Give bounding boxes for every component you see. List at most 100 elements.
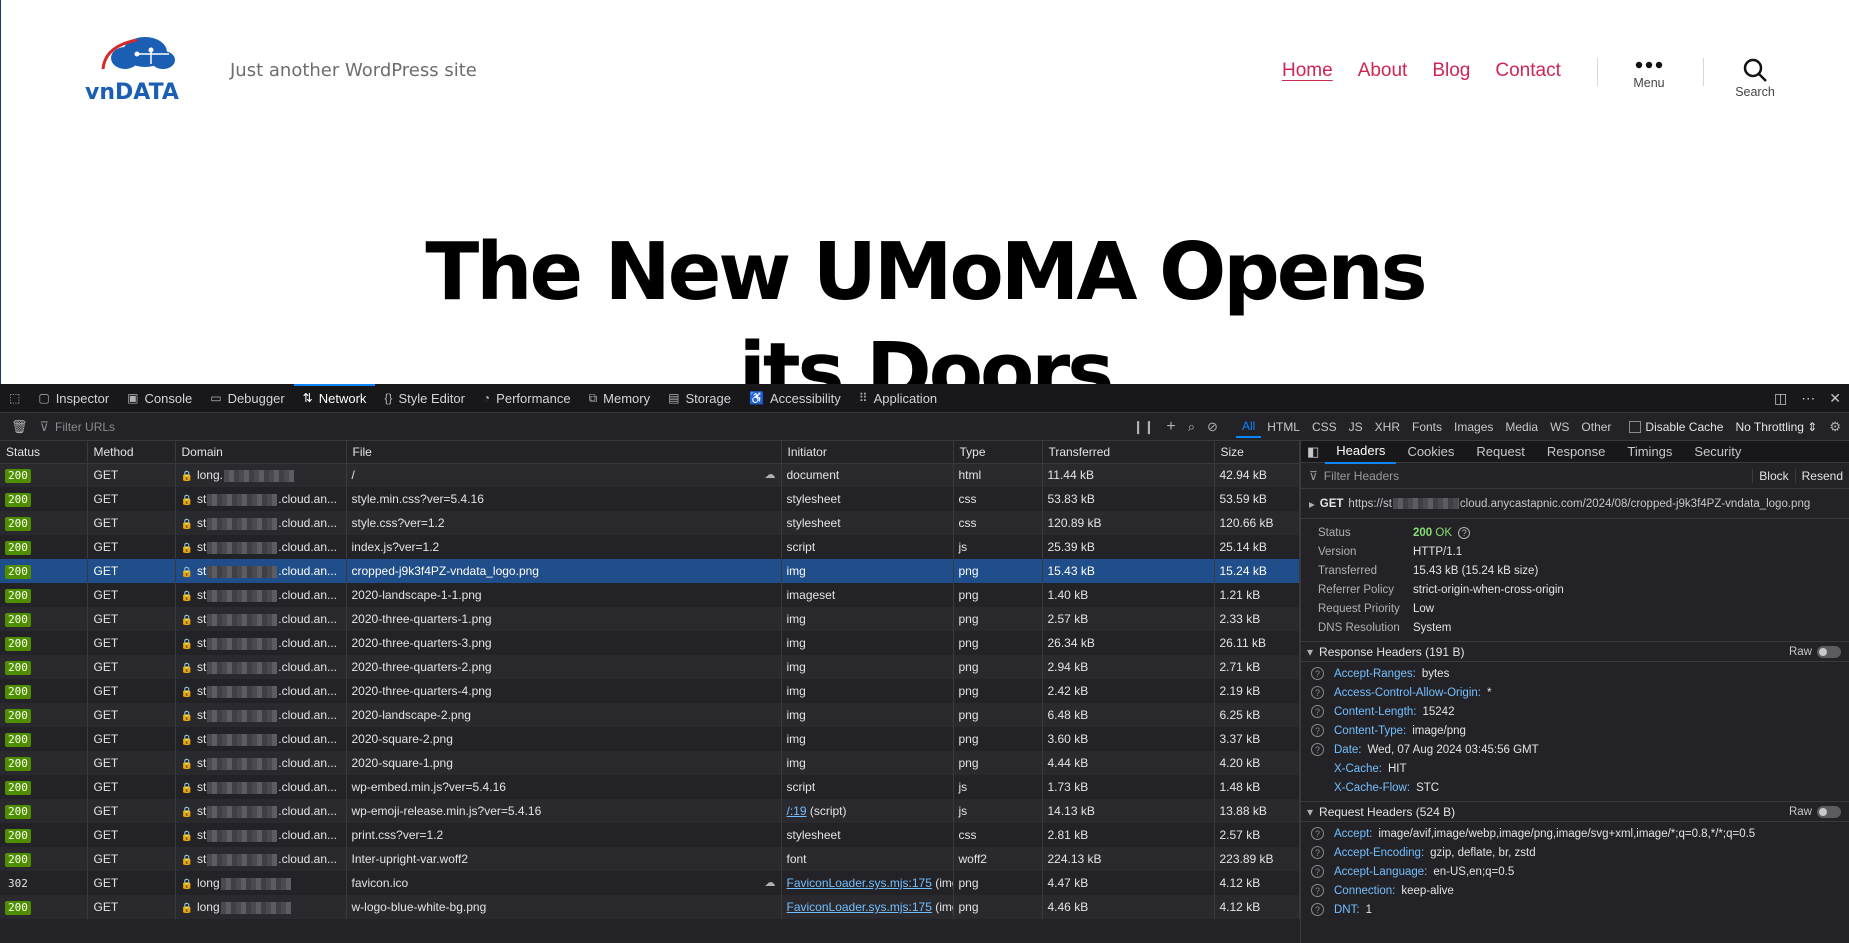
help-icon[interactable]: ? [1458,526,1471,539]
table-row[interactable]: 302 GET 🔒 long ☁ favicon.ico FaviconLoader.sys… [0,871,1300,895]
header-row[interactable]: ? Content-Length: 15242 [1301,702,1849,721]
filter-all[interactable]: All [1235,416,1262,438]
col-file[interactable]: File [346,441,782,464]
table-row[interactable]: 200 GET 🔒 long. ☁ / document html 11.44 kB 42.94 … [0,463,1300,487]
initiator-link[interactable]: /:19 [787,804,807,818]
table-row[interactable]: 200 GET 🔒 st .cloud.an... print.css?ver=1.2 st… [0,823,1300,847]
table-row[interactable]: 200 GET 🔒 st .cloud.an... 2020-landscape-2.pn… [0,703,1300,727]
header-row[interactable]: ? Content-Type: image/png [1301,721,1849,740]
help-icon[interactable]: ? [1311,827,1324,840]
header-row[interactable]: X-Cache-Flow: STC [1301,778,1849,797]
table-row[interactable]: 200 GET 🔒 st .cloud.an... 2020-three-quarters… [0,607,1300,631]
tab-style-editor[interactable]: {} Style Editor [375,384,474,413]
close-icon[interactable]: ✕ [1829,390,1841,407]
table-row[interactable]: 200 GET 🔒 st .cloud.an... index.js?ver=1.2 scr… [0,535,1300,559]
table-row[interactable]: 200 GET 🔒 st .cloud.an... Inter-upright-var.w… [0,847,1300,871]
header-row[interactable]: ? Accept-Language: en-US,en;q=0.5 [1301,862,1849,881]
table-row[interactable]: 200 GET 🔒 st .cloud.an... 2020-three-quarters… [0,655,1300,679]
tab-console[interactable]: ▣ Console [118,384,201,413]
block-icon[interactable]: ⊘ [1207,419,1218,435]
filter-other[interactable]: Other [1575,417,1617,437]
nav-blog[interactable]: Blog [1432,59,1470,83]
filter-media[interactable]: Media [1499,417,1544,437]
help-icon[interactable]: ? [1311,724,1324,737]
help-icon[interactable]: ? [1311,743,1324,756]
col-domain[interactable]: Domain [175,441,347,464]
table-row[interactable]: 200 GET 🔒 st .cloud.an... 2020-three-quarters… [0,631,1300,655]
filter-urls-input[interactable]: Filter URLs [55,420,115,434]
header-row[interactable]: ? Access-Control-Allow-Origin: * [1301,683,1849,702]
initiator-link[interactable]: FaviconLoader.sys.mjs:175 [787,876,932,890]
table-row[interactable]: 200 GET 🔒 st .cloud.an... style.min.css?ver=5… [0,487,1300,511]
table-row[interactable]: 200 GET 🔒 st .cloud.an... 2020-three-quarters… [0,679,1300,703]
search-requests-icon[interactable]: ⌕ [1188,419,1195,435]
tab-cookies[interactable]: Cookies [1396,441,1465,463]
tab-response[interactable]: Response [1536,441,1617,463]
raw-toggle[interactable]: Raw [1789,645,1849,658]
dock-side-icon[interactable]: ◫ [1774,390,1787,407]
toggle-sidebar-icon[interactable]: ◧ [1301,441,1325,463]
filter-css[interactable]: CSS [1306,417,1343,437]
table-row[interactable]: 200 GET 🔒 st .cloud.an... style.css?ver=1.2 st… [0,511,1300,535]
help-icon[interactable]: ? [1311,903,1324,916]
help-icon[interactable]: ? [1311,865,1324,878]
resend-button[interactable]: Resend [1794,468,1849,483]
filter-images[interactable]: Images [1448,417,1499,437]
header-row[interactable]: ? Accept-Ranges: bytes [1301,664,1849,683]
help-icon[interactable]: ? [1311,884,1324,897]
col-type[interactable]: Type [953,441,1043,464]
clear-requests-icon[interactable]: 🗑 [11,419,28,435]
header-row[interactable]: ? DNT: 1 [1301,900,1849,919]
nav-home[interactable]: Home [1282,59,1333,83]
tab-request[interactable]: Request [1465,441,1535,463]
tab-memory[interactable]: ⧉ Memory [580,384,660,413]
col-initiator[interactable]: Initiator [781,441,954,464]
request-url[interactable]: ▸ GET https://st cloud.anycastapnic.com/… [1301,489,1849,519]
tab-debugger[interactable]: ▭ Debugger [201,384,293,413]
header-row[interactable]: ? Connection: keep-alive [1301,881,1849,900]
add-icon[interactable]: + [1166,418,1175,436]
header-row[interactable]: ? Accept: image/avif,image/webp,image/png,… [1301,824,1849,843]
tab-network[interactable]: ⇅ Network [293,383,376,413]
table-row[interactable]: 200 GET 🔒 st .cloud.an... 2020-landscape-1-1.… [0,583,1300,607]
tab-security[interactable]: Security [1683,441,1752,463]
tab-timings[interactable]: Timings [1616,441,1683,463]
tab-performance[interactable]: ◔ Performance [474,384,580,413]
filter-xhr[interactable]: XHR [1369,417,1406,437]
tab-inspector[interactable]: ▢ Inspector [29,384,118,413]
initiator-link[interactable]: FaviconLoader.sys.mjs:175 [787,900,932,914]
more-options-icon[interactable]: ⋯ [1801,390,1815,407]
raw-toggle[interactable]: Raw [1789,805,1849,818]
filter-ws[interactable]: WS [1544,417,1575,437]
nav-contact[interactable]: Contact [1495,59,1560,83]
block-button[interactable]: Block [1752,468,1794,483]
table-row[interactable]: 200 GET 🔒 st .cloud.an... wp-emoji-release.mi… [0,799,1300,823]
col-transferred[interactable]: Transferred [1042,441,1215,464]
filter-js[interactable]: JS [1343,417,1369,437]
request-headers-section[interactable]: ▾ Request Headers (524 B) Raw [1301,801,1849,822]
tab-storage[interactable]: ▤ Storage [659,384,740,413]
table-row[interactable]: 200 GET 🔒 long w-logo-blue-white-bg.png Favic… [0,895,1300,919]
filter-fonts[interactable]: Fonts [1406,417,1448,437]
site-logo[interactable]: vnDATA [85,34,201,106]
table-row[interactable]: 200 GET 🔒 st .cloud.an... 2020-square-2.png im… [0,727,1300,751]
menu-button[interactable]: Menu [1619,58,1679,90]
tab-application[interactable]: ⠿ Application [850,384,946,413]
pause-icon[interactable]: ❙❙ [1133,419,1155,435]
header-row[interactable]: ? Accept-Encoding: gzip, deflate, br, zstd [1301,843,1849,862]
header-row[interactable]: X-Cache: HIT [1301,759,1849,778]
filter-html[interactable]: HTML [1261,417,1306,437]
throttling-select[interactable]: No Throttling ⇕ [1735,420,1817,434]
table-row[interactable]: 200 GET 🔒 st .cloud.an... 2020-square-1.png im… [0,751,1300,775]
table-row[interactable]: 200 GET 🔒 st .cloud.an... wp-embed.min.js?ver… [0,775,1300,799]
col-method[interactable]: Method [87,441,176,464]
col-status[interactable]: Status [0,441,88,464]
col-size[interactable]: Size [1214,441,1300,464]
table-row[interactable]: 200 GET 🔒 st .cloud.an... cropped-j9k3f4PZ-vn… [0,559,1300,583]
element-picker-button[interactable]: ⬚ [0,384,29,413]
response-headers-section[interactable]: ▾ Response Headers (191 B) Raw [1301,641,1849,662]
tab-accessibility[interactable]: ♿ Accessibility [740,384,850,413]
filter-headers-input[interactable]: Filter Headers [1324,469,1399,483]
nav-about[interactable]: About [1358,59,1408,83]
search-button[interactable]: Search [1725,57,1785,99]
